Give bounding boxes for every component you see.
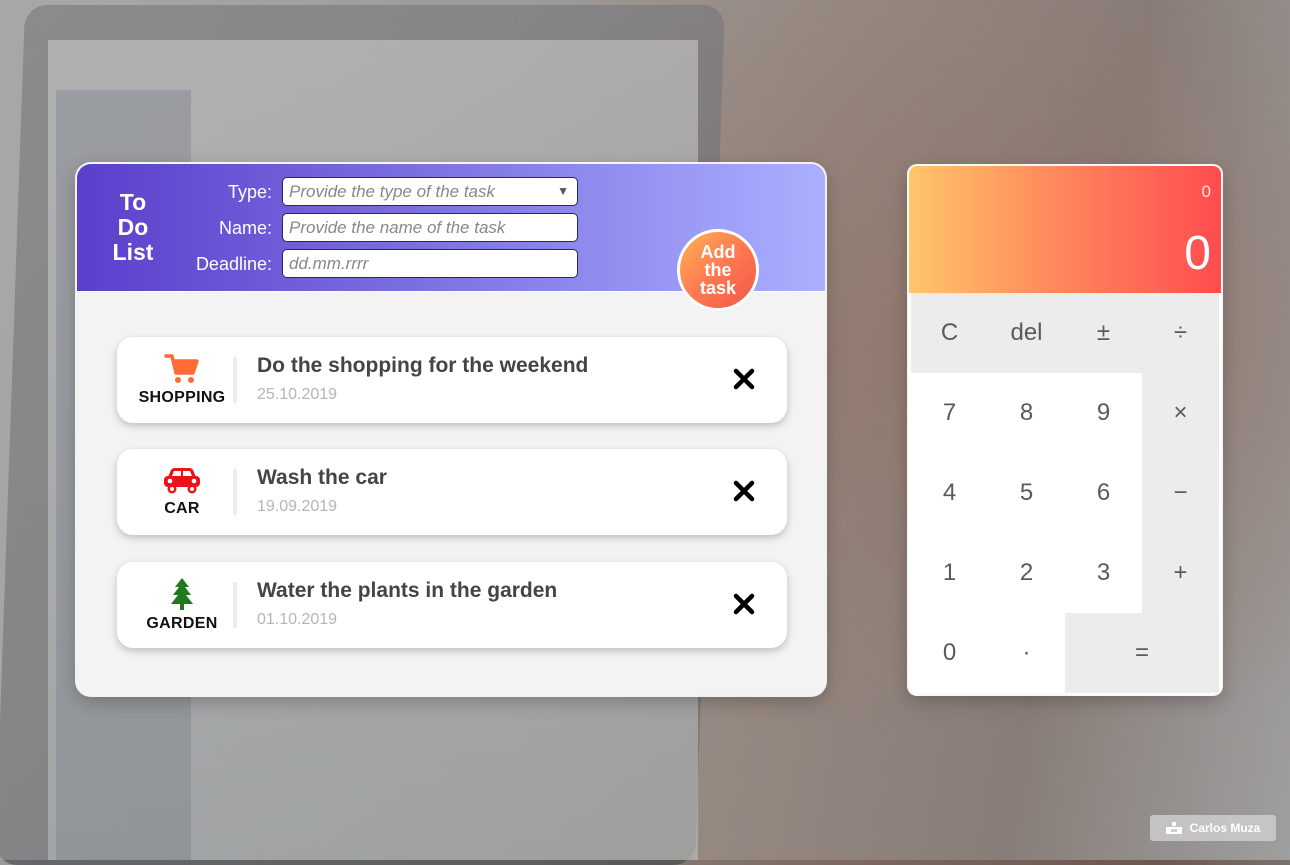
chevron-down-icon: ▼: [557, 184, 569, 198]
photo-credit-badge[interactable]: Carlos Muza: [1150, 815, 1276, 841]
camera-icon: [1165, 822, 1182, 834]
cart-icon: [164, 354, 199, 383]
add-task-button[interactable]: Add the task: [677, 229, 759, 311]
task-date: 25.10.2019: [257, 386, 338, 403]
divide-key[interactable]: ÷: [1142, 293, 1219, 373]
add-task-button-line: Add: [700, 242, 736, 262]
todo-list-card: To Do List Type: Provide the type of the…: [77, 164, 825, 695]
add-task-button-line: task: [699, 278, 737, 298]
digit-7-key[interactable]: 7: [911, 373, 988, 453]
task-name: Wash the car: [257, 466, 387, 489]
deadline-label: Deadline:: [195, 254, 272, 274]
minus-key[interactable]: −: [1142, 453, 1219, 533]
calculator-previous-value: 0: [1201, 182, 1211, 201]
type-select-placeholder: Provide the type of the task: [289, 182, 496, 201]
digit-3-key[interactable]: 3: [1065, 533, 1142, 613]
name-input[interactable]: Provide the name of the task: [282, 213, 578, 242]
add-task-button-line: the: [704, 260, 732, 280]
digit-4-key[interactable]: 4: [911, 453, 988, 533]
type-select[interactable]: Provide the type of the task ▼: [282, 177, 578, 206]
delete-task-icon[interactable]: [731, 591, 757, 617]
tree-icon: [171, 578, 193, 610]
task-category: SHOPPING: [117, 337, 247, 423]
task-date: 19.09.2019: [257, 498, 338, 515]
task-category: CAR: [117, 449, 247, 535]
type-label: Type:: [227, 182, 272, 202]
task-category: GARDEN: [117, 562, 247, 648]
plus-key[interactable]: +: [1142, 533, 1219, 613]
deadline-input[interactable]: dd.mm.rrrr: [282, 249, 578, 278]
task-category-label: GARDEN: [146, 615, 218, 632]
clear-key[interactable]: C: [911, 293, 988, 373]
task-date: 01.10.2019: [257, 611, 338, 628]
calculator-current-value: 0: [1184, 227, 1211, 280]
task-category-label: SHOPPING: [138, 389, 226, 406]
photo-credit-text: Carlos Muza: [1189, 821, 1261, 835]
delete-task-icon[interactable]: [731, 478, 757, 504]
task-name: Water the plants in the garden: [257, 579, 558, 602]
digit-6-key[interactable]: 6: [1065, 453, 1142, 533]
equals-key[interactable]: =: [1065, 613, 1219, 693]
digit-5-key[interactable]: 5: [988, 453, 1065, 533]
name-input-placeholder: Provide the name of the task: [289, 218, 506, 237]
task-category-label: CAR: [164, 500, 200, 517]
deadline-input-placeholder: dd.mm.rrrr: [289, 254, 369, 273]
task-item: SHOPPING Do the shopping for the weekend…: [117, 337, 787, 423]
name-label: Name:: [218, 218, 272, 238]
delete-task-icon[interactable]: [731, 366, 757, 392]
digit-9-key[interactable]: 9: [1065, 373, 1142, 453]
calculator-display: 0 0: [909, 166, 1221, 293]
task-divider: [233, 469, 237, 515]
digit-1-key[interactable]: 1: [911, 533, 988, 613]
digit-0-key[interactable]: 0: [911, 613, 988, 693]
digit-8-key[interactable]: 8: [988, 373, 1065, 453]
calculator: 0 0 C del ± ÷ 7 8 9 × 4 5 6 − 1 2 3 + 0 …: [909, 166, 1221, 694]
car-icon: [164, 468, 200, 494]
task-divider: [233, 357, 237, 403]
task-name: Do the shopping for the weekend: [257, 354, 589, 377]
task-divider: [233, 582, 237, 628]
task-item: GARDEN Water the plants in the garden 01…: [117, 562, 787, 648]
sign-toggle-key[interactable]: ±: [1065, 293, 1142, 373]
task-item: CAR Wash the car 19.09.2019: [117, 449, 787, 535]
delete-key[interactable]: del: [988, 293, 1065, 373]
decimal-point-key[interactable]: ·: [988, 613, 1065, 693]
multiply-key[interactable]: ×: [1142, 373, 1219, 453]
digit-2-key[interactable]: 2: [988, 533, 1065, 613]
